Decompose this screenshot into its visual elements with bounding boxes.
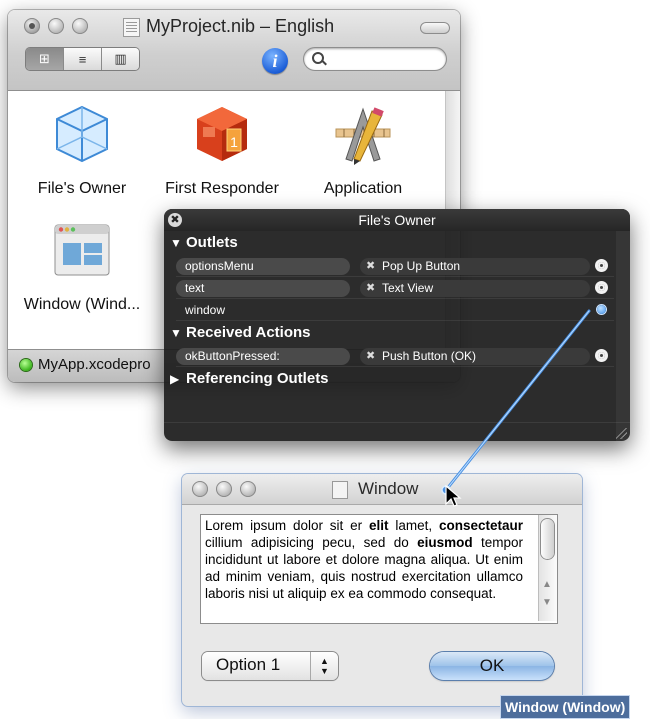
scroll-thumb[interactable] <box>541 519 554 559</box>
edited-window: Window Lorem ipsum dolor sit er elit lam… <box>182 474 582 706</box>
object-label: First Responder <box>165 180 279 197</box>
grid-icon: ⊞ <box>39 51 50 66</box>
connections-inspector-panel: ✖ File's Owner ▼ Outlets optionsMenu ✖ Po… <box>164 209 630 441</box>
section-label: Received Actions <box>186 324 311 341</box>
hud-bottom-bar <box>164 422 630 441</box>
list-icon: ≡ <box>78 51 87 67</box>
outlet-connection[interactable]: ✖ Text View <box>360 280 590 297</box>
view-mode-segmented-control[interactable]: ⊞ ≡ ▥ <box>26 48 139 70</box>
disconnect-x-icon[interactable]: ✖ <box>366 280 375 297</box>
connection-target-label: Text View <box>382 281 434 295</box>
object-label: Application <box>323 180 403 197</box>
object-first-responder[interactable]: 1 First Responder <box>160 103 284 198</box>
outlet-name: text <box>176 280 350 297</box>
hud-titlebar: ✖ File's Owner <box>164 209 630 231</box>
nib-window-title: MyProject.nib – English <box>146 16 335 36</box>
outlet-row: optionsMenu ✖ Pop Up Button <box>176 257 614 277</box>
text-view-content[interactable]: Lorem ipsum dolor sit er elit lamet, con… <box>205 517 523 621</box>
window-close-button[interactable] <box>24 18 40 34</box>
hud-title: File's Owner <box>358 212 436 228</box>
project-status-text: MyApp.xcodepro <box>38 356 151 373</box>
action-name: okButtonPressed: <box>176 348 350 365</box>
search-icon <box>312 52 324 64</box>
outlets-section-header[interactable]: ▼ Outlets <box>170 234 238 251</box>
connection-target-label: Pop Up Button <box>382 259 461 273</box>
text-run: lamet, <box>388 518 439 533</box>
scroll-down-arrow-icon[interactable]: ▼ <box>542 597 552 608</box>
text-view-scrollbar[interactable]: ▲ ▼ <box>538 515 557 621</box>
connection-target-tooltip: Window (Window) <box>500 695 631 719</box>
application-icon <box>332 103 394 165</box>
bold-text-run: elit <box>369 518 389 533</box>
text-run: cillium adipisicing pecu, sed do <box>205 535 418 550</box>
outlet-connection[interactable]: ✖ Pop Up Button <box>360 258 590 275</box>
connection-circle-icon[interactable] <box>595 349 608 362</box>
action-row: okButtonPressed: ✖ Push Button (OK) <box>176 347 614 367</box>
window-zoom-button[interactable] <box>240 481 256 497</box>
referencing-outlets-section-header[interactable]: ▶ Referencing Outlets <box>170 370 329 387</box>
project-status-indicator <box>20 359 32 371</box>
active-connection-dot-icon[interactable] <box>597 305 606 314</box>
disclosure-triangle-right-icon: ▶ <box>170 372 180 386</box>
section-label: Outlets <box>186 234 238 251</box>
connection-target-label: Push Button (OK) <box>382 349 477 363</box>
received-actions-section-header[interactable]: ▼ Received Actions <box>170 324 311 341</box>
scroll-up-arrow-icon[interactable]: ▲ <box>542 579 552 590</box>
window-minimize-button[interactable] <box>48 18 64 34</box>
resize-grip-icon[interactable] <box>616 428 627 439</box>
edited-window-title: Window <box>358 479 419 498</box>
column-view-button[interactable]: ▥ <box>102 48 139 70</box>
disconnect-x-icon[interactable]: ✖ <box>366 258 375 275</box>
outlet-name: window <box>185 303 226 317</box>
toolbar-toggle-button[interactable] <box>420 22 450 34</box>
first-responder-icon: 1 <box>191 103 253 165</box>
hud-scrollbar[interactable] <box>616 231 630 441</box>
disclosure-triangle-down-icon: ▼ <box>170 236 182 250</box>
info-button[interactable]: i <box>262 48 288 74</box>
cube-icon <box>51 103 113 165</box>
text-run: Lorem ipsum dolor sit er <box>205 518 369 533</box>
outlet-row: text ✖ Text View <box>176 279 614 299</box>
columns-icon: ▥ <box>114 51 127 66</box>
window-document-icon <box>332 481 348 499</box>
window-zoom-button[interactable] <box>72 18 88 34</box>
search-field[interactable] <box>304 48 446 70</box>
disclosure-triangle-down-icon: ▼ <box>170 326 182 340</box>
popup-selected-value: Option 1 <box>216 655 281 674</box>
window-minimize-button[interactable] <box>216 481 232 497</box>
section-label: Referencing Outlets <box>186 370 329 387</box>
connection-circle-icon[interactable] <box>595 259 608 272</box>
nib-titlebar: MyProject.nib – English ⊞ ≡ ▥ i <box>8 10 460 91</box>
window-icon <box>51 219 113 281</box>
object-window[interactable]: Window (Wind... <box>20 219 144 314</box>
object-label: File's Owner <box>37 180 127 197</box>
object-files-owner[interactable]: File's Owner <box>20 103 144 198</box>
svg-text:1: 1 <box>230 134 238 150</box>
window-close-button[interactable] <box>192 481 208 497</box>
object-application[interactable]: Application <box>301 103 425 198</box>
nib-document-icon <box>123 18 140 37</box>
ok-button[interactable]: OK <box>430 652 554 680</box>
disconnect-x-icon[interactable]: ✖ <box>366 348 375 365</box>
bold-text-run: consectetaur <box>438 518 523 533</box>
text-view[interactable]: Lorem ipsum dolor sit er elit lamet, con… <box>200 514 558 624</box>
connection-circle-icon[interactable] <box>595 281 608 294</box>
icon-view-button[interactable]: ⊞ <box>26 48 64 70</box>
bold-text-run: eiusmod <box>417 535 473 550</box>
action-connection[interactable]: ✖ Push Button (OK) <box>360 348 590 365</box>
list-view-button[interactable]: ≡ <box>64 48 102 70</box>
popup-arrows-icon: ▲ ▼ <box>310 652 338 680</box>
edited-window-titlebar: Window <box>182 474 582 505</box>
options-popup-button[interactable]: Option 1 ▲ ▼ <box>202 652 338 680</box>
outlet-row: window <box>176 301 614 321</box>
object-label: Window (Wind... <box>23 296 141 313</box>
outlet-name: optionsMenu <box>176 258 350 275</box>
